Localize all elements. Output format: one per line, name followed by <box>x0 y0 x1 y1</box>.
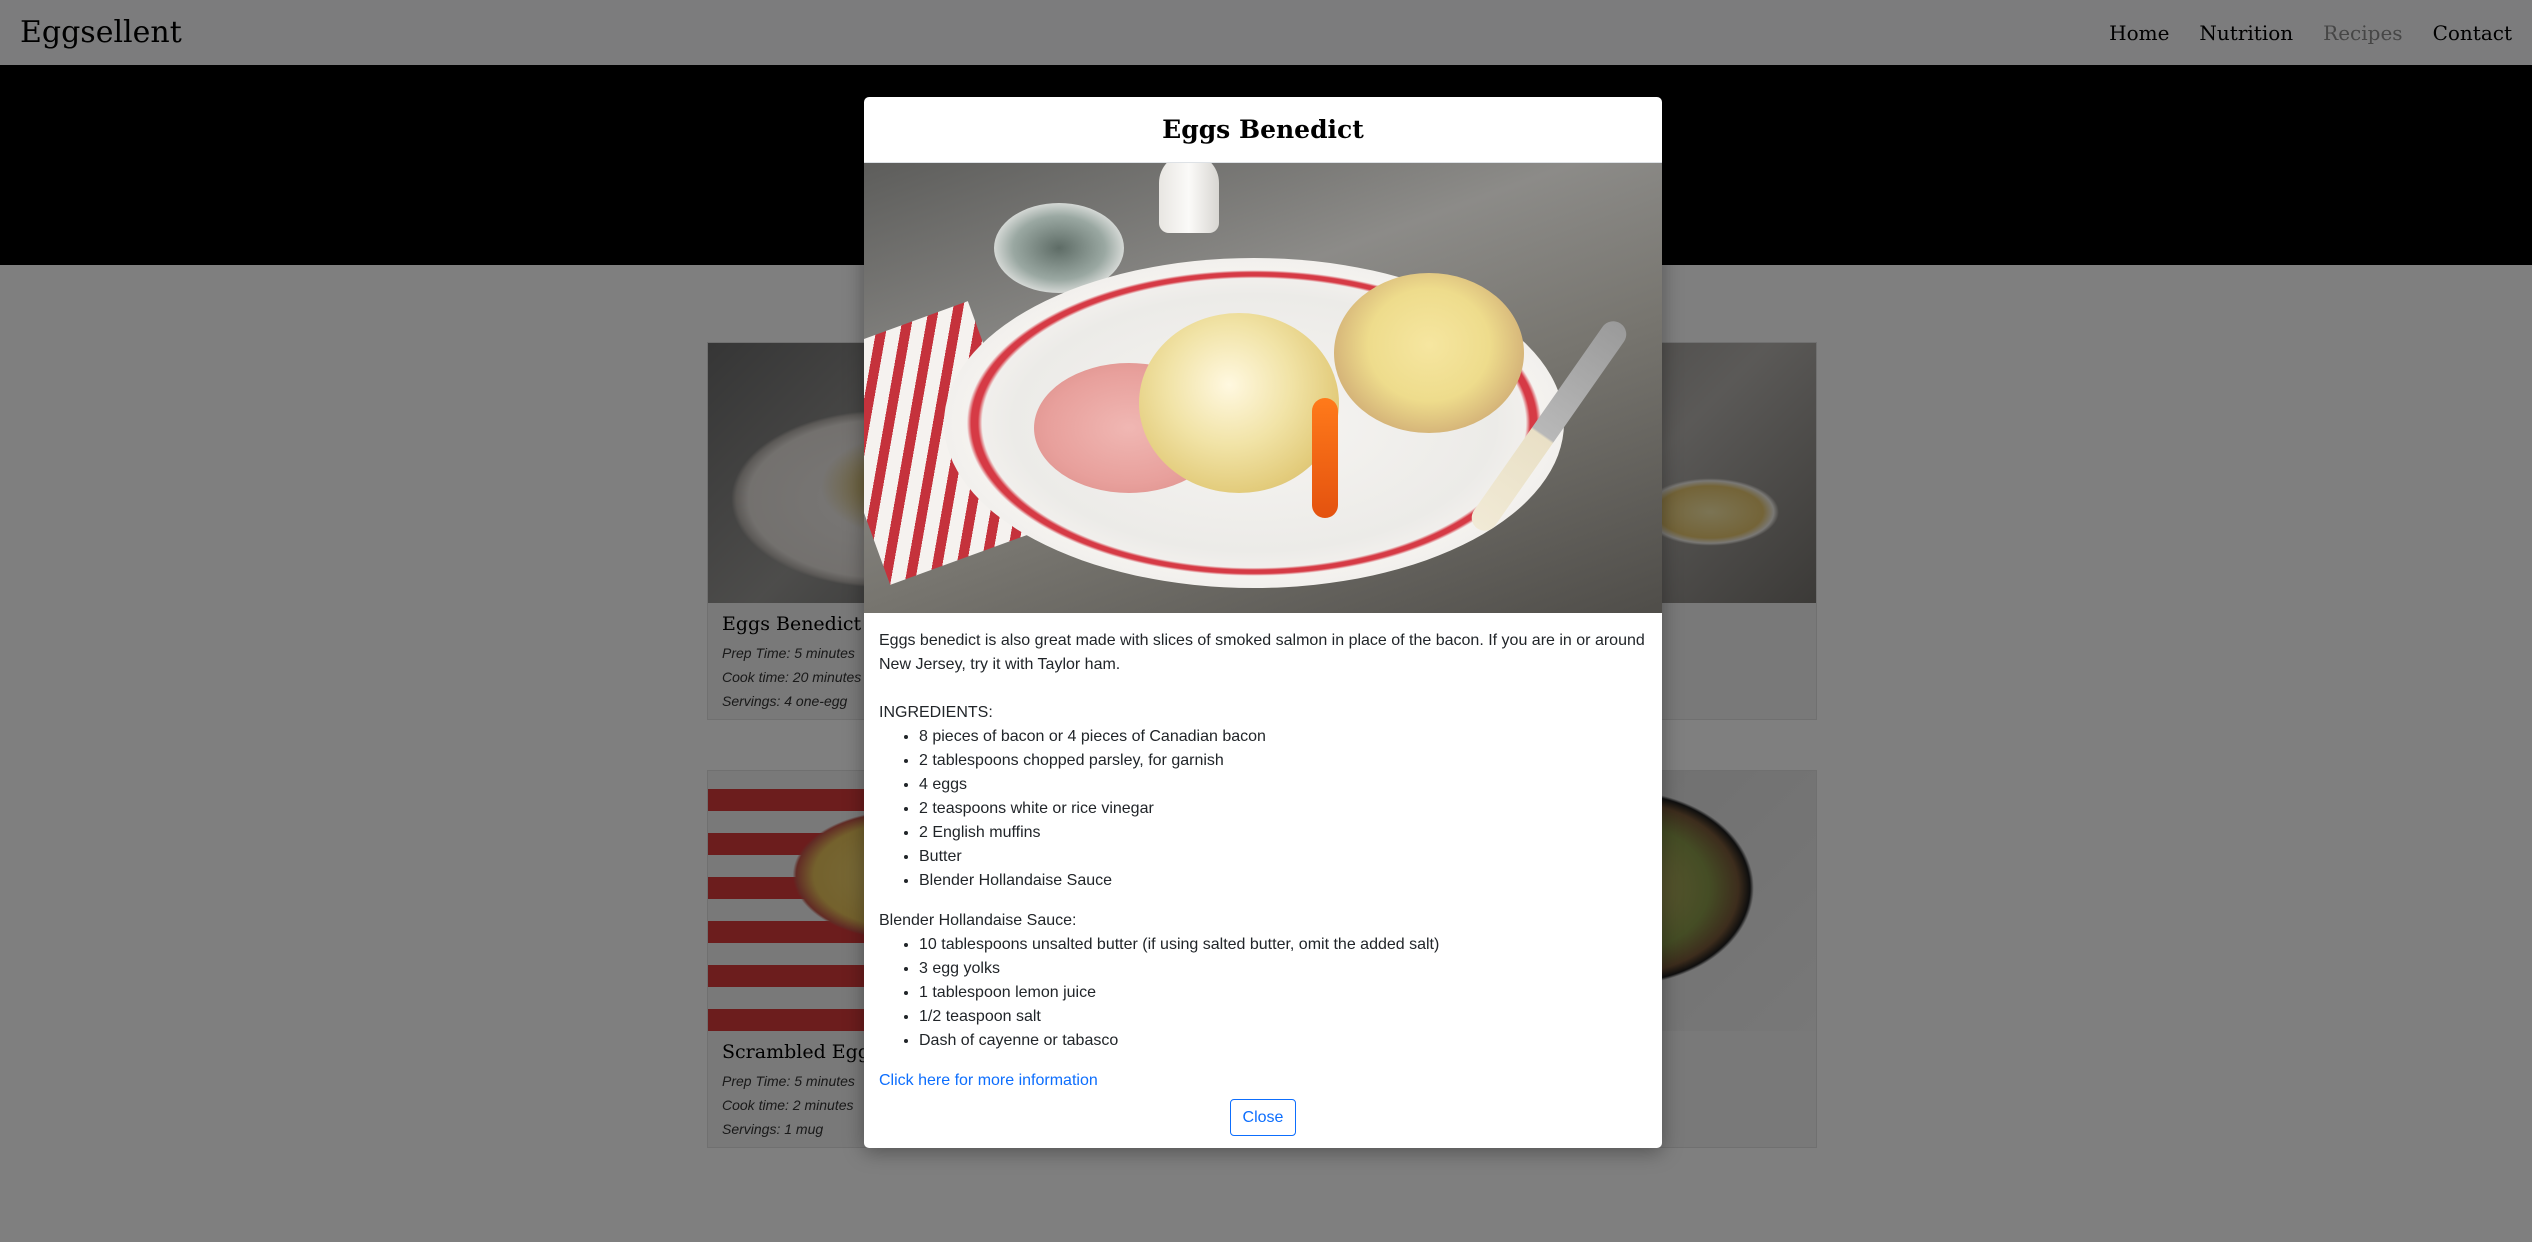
ingredient-item: Blender Hollandaise Sauce <box>919 869 1647 893</box>
ingredient-item: 2 tablespoons chopped parsley, for garni… <box>919 749 1647 773</box>
recipe-modal: Eggs Benedict Eggs benedict is also grea… <box>864 97 1662 1148</box>
sauce-ingredient-item: 1 tablespoon lemon juice <box>919 981 1647 1005</box>
ingredients-label: INGREDIENTS: <box>879 704 993 721</box>
more-info-link[interactable]: Click here for more information <box>879 1069 1098 1093</box>
ingredient-item: 4 eggs <box>919 773 1647 797</box>
modal-body: Eggs benedict is also great made with sl… <box>864 613 1662 1136</box>
modal-title: Eggs Benedict <box>1162 115 1364 144</box>
sauce-ingredient-item: 3 egg yolks <box>919 957 1647 981</box>
close-button[interactable]: Close <box>1229 1099 1297 1136</box>
ingredient-item: Butter <box>919 845 1647 869</box>
ingredient-item: 8 pieces of bacon or 4 pieces of Canadia… <box>919 725 1647 749</box>
modal-footer: Close <box>879 1099 1647 1136</box>
recipe-image <box>864 163 1662 613</box>
ingredient-item: 2 English muffins <box>919 821 1647 845</box>
sauce-ingredient-item: 10 tablespoons unsalted butter (if using… <box>919 933 1647 957</box>
sauce-label: Blender Hollandaise Sauce: <box>879 912 1077 929</box>
ingredients-list: 8 pieces of bacon or 4 pieces of Canadia… <box>879 725 1647 893</box>
recipe-description: Eggs benedict is also great made with sl… <box>879 632 1645 673</box>
modal-header: Eggs Benedict <box>864 97 1662 163</box>
sauce-ingredient-item: Dash of cayenne or tabasco <box>919 1029 1647 1053</box>
ingredient-item: 2 teaspoons white or rice vinegar <box>919 797 1647 821</box>
sauce-ingredients-list: 10 tablespoons unsalted butter (if using… <box>879 933 1647 1053</box>
sauce-ingredient-item: 1/2 teaspoon salt <box>919 1005 1647 1029</box>
